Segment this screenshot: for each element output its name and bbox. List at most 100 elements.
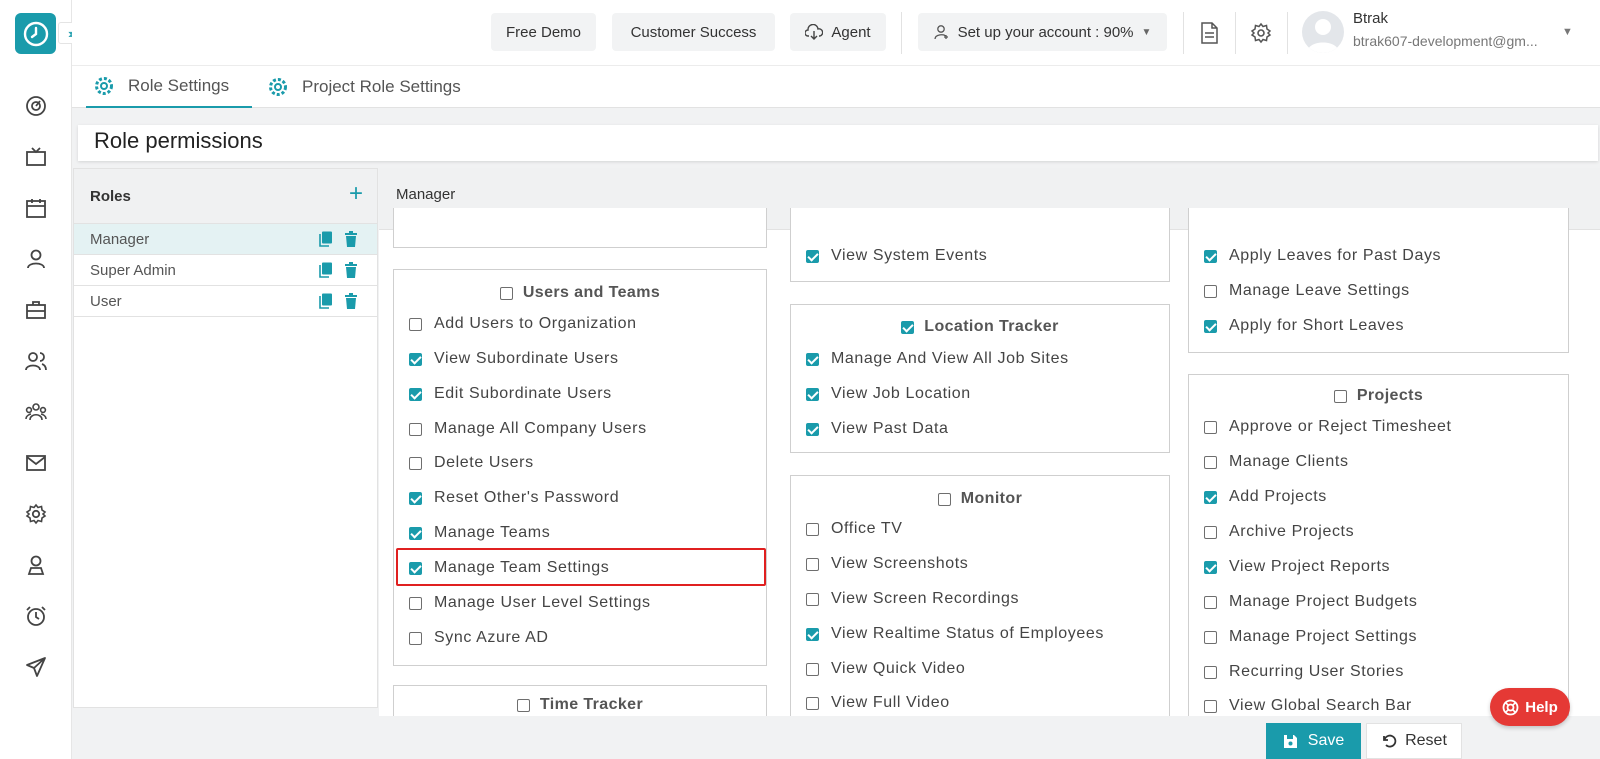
checkbox[interactable]	[409, 596, 422, 610]
delete-trash-icon[interactable]	[344, 231, 358, 252]
checkbox[interactable]	[901, 320, 915, 334]
permission-item[interactable]: View Full Video	[806, 694, 950, 712]
reset-button[interactable]: Reset	[1366, 723, 1462, 759]
briefcase-icon[interactable]	[23, 297, 49, 323]
checkbox[interactable]	[409, 456, 422, 470]
settings-gear-icon[interactable]	[1248, 20, 1274, 46]
delete-trash-icon[interactable]	[344, 293, 358, 314]
user-menu-caret-icon[interactable]: ▼	[1562, 26, 1573, 38]
checkbox[interactable]	[1204, 455, 1217, 469]
settings-gear-icon[interactable]	[23, 501, 49, 527]
checkbox[interactable]	[1204, 665, 1217, 679]
role-row-super-admin[interactable]: Super Admin	[74, 255, 377, 286]
role-row-user[interactable]: User	[74, 286, 377, 317]
send-icon[interactable]	[23, 654, 49, 680]
permission-item[interactable]: Add Projects	[1204, 488, 1327, 506]
delete-trash-icon[interactable]	[344, 262, 358, 283]
dashboard-gauge-icon[interactable]	[23, 93, 49, 119]
permission-item[interactable]: Manage Clients	[1204, 453, 1349, 471]
setup-account-dropdown[interactable]: Set up your account : 90% ▼	[918, 13, 1167, 51]
checkbox[interactable]	[1204, 249, 1217, 263]
checkbox[interactable]	[806, 249, 819, 263]
permission-item[interactable]: Delete Users	[409, 454, 534, 472]
checkbox[interactable]	[806, 662, 819, 676]
document-icon[interactable]	[1196, 20, 1222, 46]
permission-item[interactable]: View Realtime Status of Employees	[806, 625, 1104, 643]
calendar-icon[interactable]	[23, 195, 49, 221]
card-title-time-tracker[interactable]: Time Tracker	[394, 696, 766, 714]
permission-item[interactable]: Manage And View All Job Sites	[806, 350, 1069, 368]
checkbox[interactable]	[516, 698, 530, 712]
avatar[interactable]	[1302, 11, 1344, 53]
checkbox[interactable]	[1204, 284, 1217, 298]
copy-icon[interactable]	[318, 231, 333, 252]
checkbox[interactable]	[409, 317, 422, 331]
permission-item[interactable]: View Project Reports	[1204, 558, 1390, 576]
permission-item[interactable]: Manage Leave Settings	[1204, 282, 1410, 300]
checkbox[interactable]	[806, 352, 819, 366]
permission-item[interactable]: Archive Projects	[1204, 523, 1354, 541]
checkbox[interactable]	[409, 631, 422, 645]
checkbox[interactable]	[1204, 699, 1217, 713]
card-title-users-teams[interactable]: Users and Teams	[394, 284, 766, 302]
checkbox[interactable]	[806, 557, 819, 571]
team-icon[interactable]	[23, 399, 49, 425]
profile-badge-icon[interactable]	[23, 552, 49, 578]
checkbox[interactable]	[806, 696, 819, 710]
checkbox[interactable]	[409, 422, 422, 436]
permission-item[interactable]: Add Users to Organization	[409, 315, 637, 333]
card-title-location-tracker[interactable]: Location Tracker	[791, 318, 1169, 336]
help-button[interactable]: Help	[1490, 688, 1570, 726]
add-role-plus-icon[interactable]: +	[349, 180, 363, 208]
permission-item[interactable]: Apply Leaves for Past Days	[1204, 247, 1441, 265]
tv-icon[interactable]	[23, 144, 49, 170]
role-row-manager[interactable]: Manager	[74, 224, 377, 255]
permission-item[interactable]: View Quick Video	[806, 660, 965, 678]
checkbox[interactable]	[1204, 319, 1217, 333]
checkbox[interactable]	[1204, 560, 1217, 574]
permission-item[interactable]: View Subordinate Users	[409, 350, 619, 368]
permission-item[interactable]: View Global Search Bar	[1204, 697, 1412, 715]
checkbox[interactable]	[806, 592, 819, 606]
customer-success-button[interactable]: Customer Success	[612, 13, 775, 51]
permission-item[interactable]: Manage All Company Users	[409, 420, 647, 438]
card-title-projects[interactable]: Projects	[1189, 387, 1568, 405]
checkbox[interactable]	[409, 352, 422, 366]
card-title-monitor[interactable]: Monitor	[791, 490, 1169, 508]
app-logo-clock-icon[interactable]	[15, 13, 56, 54]
checkbox[interactable]	[409, 387, 422, 401]
user-icon[interactable]	[23, 246, 49, 272]
checkbox[interactable]	[1204, 420, 1217, 434]
checkbox[interactable]	[409, 526, 422, 540]
checkbox[interactable]	[1204, 630, 1217, 644]
permission-item[interactable]: Manage User Level Settings	[409, 594, 651, 612]
permission-item[interactable]: Approve or Reject Timesheet	[1204, 418, 1452, 436]
checkbox[interactable]	[1204, 595, 1217, 609]
permission-item[interactable]: View Job Location	[806, 385, 971, 403]
checkbox[interactable]	[806, 522, 819, 536]
agent-button[interactable]: Agent	[790, 13, 886, 51]
checkbox[interactable]	[937, 492, 951, 506]
permission-item[interactable]: View System Events	[806, 247, 987, 265]
checkbox[interactable]	[1204, 525, 1217, 539]
checkbox[interactable]	[499, 286, 513, 300]
permission-item[interactable]: View Past Data	[806, 420, 949, 438]
tab-project-role-settings[interactable]: Project Role Settings	[268, 66, 461, 108]
permission-item[interactable]: Manage Teams	[409, 524, 550, 542]
permission-item[interactable]: Edit Subordinate Users	[409, 385, 612, 403]
permission-item[interactable]: Reset Other's Password	[409, 489, 619, 507]
tab-role-settings[interactable]: Role Settings	[86, 66, 252, 108]
permission-item[interactable]: Manage Project Settings	[1204, 628, 1417, 646]
checkbox[interactable]	[806, 422, 819, 436]
permission-item[interactable]: Recurring User Stories	[1204, 663, 1404, 681]
checkbox[interactable]	[806, 627, 819, 641]
permission-item[interactable]: Sync Azure AD	[409, 629, 549, 647]
permission-item[interactable]: Office TV	[806, 520, 903, 538]
checkbox[interactable]	[1333, 389, 1347, 403]
copy-icon[interactable]	[318, 262, 333, 283]
checkbox[interactable]	[1204, 490, 1217, 504]
permission-item[interactable]: View Screenshots	[806, 555, 968, 573]
permission-item[interactable]: Manage Project Budgets	[1204, 593, 1417, 611]
free-demo-button[interactable]: Free Demo	[491, 13, 596, 51]
permission-item[interactable]: View Screen Recordings	[806, 590, 1019, 608]
